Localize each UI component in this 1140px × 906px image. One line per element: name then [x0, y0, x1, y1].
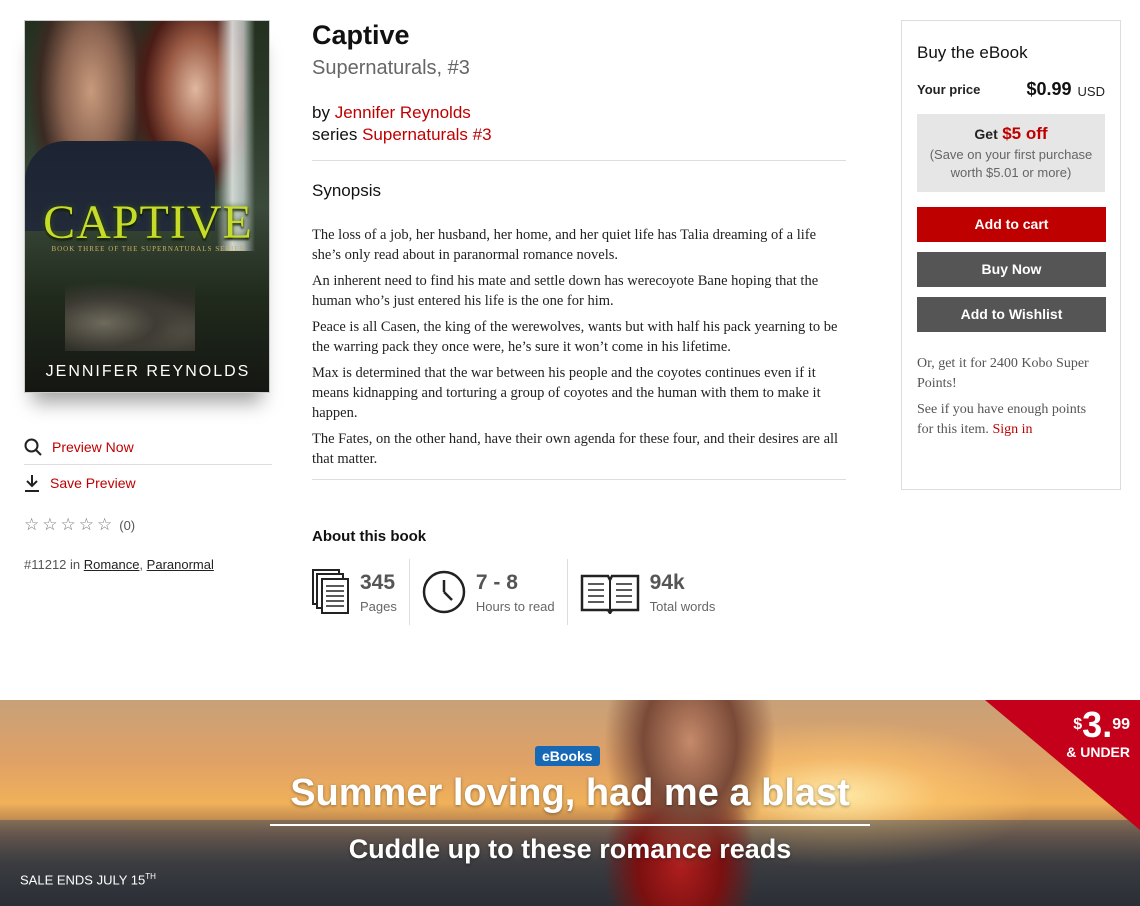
category-link-romance[interactable]: Romance — [84, 557, 140, 572]
ebooks-pill: eBooks — [535, 746, 600, 766]
synopsis-paragraph: Max is determined that the war between h… — [312, 365, 821, 421]
buy-now-button[interactable]: Buy Now — [917, 252, 1106, 287]
stat-value: 94k — [649, 570, 685, 594]
stat-hours: 7 - 8 Hours to read — [408, 559, 567, 625]
save-preview-label: Save Preview — [50, 475, 136, 491]
rank-prefix: #11212 in — [24, 557, 81, 572]
author-link[interactable]: Jennifer Reynolds — [335, 103, 471, 122]
synopsis-paragraph: The loss of a job, her husband, her home… — [312, 227, 817, 263]
divider — [312, 479, 846, 480]
cover-author-art: JENNIFER REYNOLDS — [45, 363, 251, 380]
price-row: Your price $0.99 USD — [917, 79, 1105, 100]
clock-icon — [422, 570, 466, 614]
book-cover-image[interactable]: CAPTIVE BOOK THREE OF THE SUPERNATURALS … — [24, 20, 270, 393]
banner-subhead: Cuddle up to these romance reads — [348, 834, 792, 864]
series-subtitle: Supernaturals, #3 — [312, 57, 470, 79]
stat-label: Pages — [360, 598, 397, 614]
pages-icon — [312, 569, 349, 614]
points-check: See if you have enough points for this i… — [917, 400, 1105, 440]
sale-ends-label: SALE ENDS JULY 15 — [20, 872, 146, 888]
category-rank: #11212 in Romance, Paranormal — [24, 557, 272, 572]
stat-label: Hours to read — [475, 598, 555, 614]
sign-in-link[interactable]: Sign in — [992, 422, 1032, 437]
synopsis-text: The loss of a job, her husband, her home… — [312, 225, 846, 469]
divider — [312, 160, 846, 161]
rating-count: (0) — [119, 517, 136, 533]
promo-box: Get $5 off (Save on your first purchase … — [917, 114, 1105, 192]
stat-value: 7 - 8 — [475, 570, 518, 594]
book-title: Captive — [312, 20, 410, 50]
star-icon[interactable]: ☆ — [24, 515, 39, 535]
add-to-wishlist-button[interactable]: Add to Wishlist — [917, 297, 1106, 332]
buy-panel: Buy the eBook Your price $0.99 USD Get $… — [901, 20, 1121, 490]
currency-label: USD — [1077, 84, 1105, 99]
book-stats: 345 Pages 7 - 8 Hours to read 94k Total … — [312, 559, 846, 625]
sale-ends-sup: TH — [145, 872, 156, 881]
points-note: Or, get it for 2400 Kobo Super Points! — [917, 356, 1089, 391]
banner-divider — [270, 824, 870, 826]
stat-words: 94k Total words — [566, 559, 728, 625]
sale-ends-text: SALE ENDS JULY 15TH — [20, 872, 156, 887]
stat-label: Total words — [649, 598, 716, 614]
buy-panel-title: Buy the eBook — [917, 43, 1028, 62]
series-label: series — [312, 125, 358, 144]
byline: by Jennifer Reynolds series Supernatural… — [312, 102, 846, 146]
corner-price-text: $3.99 & UNDER — [1066, 704, 1130, 761]
cover-wolves — [65, 281, 195, 351]
star-icon[interactable]: ☆ — [61, 515, 76, 535]
promo-get-label: Get — [974, 126, 998, 142]
corner-amount: 3. — [1082, 704, 1113, 745]
cover-subtitle-art: BOOK THREE OF THE SUPERNATURALS SERIES — [51, 245, 245, 253]
category-link-paranormal[interactable]: Paranormal — [147, 557, 214, 572]
corner-cents: 99 — [1112, 716, 1130, 733]
series-link[interactable]: Supernaturals #3 — [362, 125, 491, 144]
cover-title-art: CAPTIVE — [43, 196, 253, 249]
promo-banner[interactable]: $3.99 & UNDER eBooks Summer loving, had … — [0, 700, 1140, 906]
category-separator: , — [139, 557, 144, 572]
corner-currency: $ — [1073, 716, 1083, 733]
save-preview-link[interactable]: Save Preview — [24, 465, 272, 501]
search-icon — [24, 438, 42, 456]
book-details: Captive Supernaturals, #3 by Jennifer Re… — [312, 20, 846, 625]
promo-discount: $5 off — [1002, 124, 1048, 143]
add-to-cart-button[interactable]: Add to cart — [917, 207, 1106, 242]
by-label: by — [312, 103, 330, 122]
star-icon[interactable]: ☆ — [97, 515, 112, 535]
banner-headline: Summer loving, had me a blast — [290, 772, 850, 814]
corner-under: & UNDER — [1066, 744, 1130, 760]
star-icon[interactable]: ☆ — [42, 515, 57, 535]
left-column: CAPTIVE BOOK THREE OF THE SUPERNATURALS … — [24, 20, 272, 572]
rating-stars[interactable]: ☆ ☆ ☆ ☆ ☆ (0) — [24, 515, 272, 535]
synopsis-heading: Synopsis — [312, 181, 381, 200]
promo-note: (Save on your first purchase worth $5.01… — [929, 147, 1093, 180]
synopsis-paragraph: Peace is all Casen, the king of the were… — [312, 319, 838, 355]
open-book-icon — [580, 574, 639, 614]
price-label: Your price — [917, 82, 981, 97]
preview-now-link[interactable]: Preview Now — [24, 429, 272, 465]
stat-value: 345 — [360, 570, 396, 594]
price-value: $0.99 — [1026, 79, 1072, 99]
synopsis-paragraph: The Fates, on the other hand, have their… — [312, 431, 839, 467]
about-heading: About this book — [312, 528, 427, 545]
star-icon[interactable]: ☆ — [79, 515, 94, 535]
stat-pages: 345 Pages — [312, 559, 409, 625]
synopsis-paragraph: An inherent need to find his mate and se… — [312, 273, 819, 309]
preview-now-label: Preview Now — [52, 438, 134, 455]
download-icon — [25, 475, 39, 492]
